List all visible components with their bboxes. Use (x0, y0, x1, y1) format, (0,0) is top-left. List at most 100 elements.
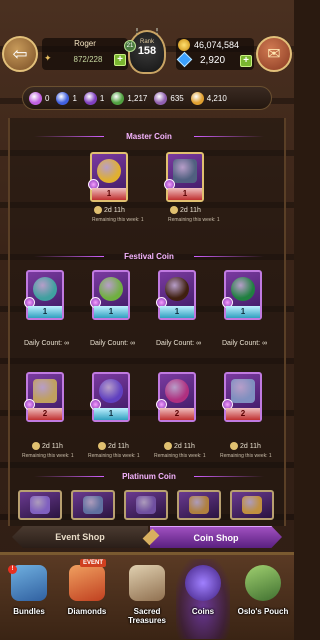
stamina-icon: ✦ (44, 53, 52, 63)
currency-value: 1 (99, 93, 105, 103)
clock-icon (98, 442, 106, 450)
master-coin-title: Master Coin (10, 132, 288, 141)
festival-item-7[interactable]: 2 (156, 372, 196, 422)
add-stamina-button[interactable]: + (114, 54, 126, 66)
nav-label: Diamonds (67, 607, 107, 616)
oslos-pouch-icon (245, 565, 281, 601)
gold-coin-icon (190, 91, 204, 105)
event-badge: EVENT (80, 559, 107, 567)
sacred-treasures-icon (129, 565, 165, 601)
nav-label: Bundles (13, 607, 45, 616)
currency-value: 1 (72, 93, 77, 103)
player-panel: Roger ✦ 872/228 + (42, 38, 128, 70)
price-tag: 1 (226, 306, 260, 318)
tab-coin-shop[interactable]: Coin Shop (150, 526, 282, 548)
back-button[interactable]: ⇦ (2, 36, 38, 72)
daily-count: Daily Count: ∞ (90, 340, 136, 347)
arrow-left-icon: ⇦ (12, 43, 28, 64)
currency-value: 635 (170, 93, 184, 103)
nav-diamonds[interactable]: EVENT Diamonds (60, 559, 114, 639)
platinum-item-4[interactable] (177, 490, 221, 520)
violet-coin-icon (154, 91, 168, 105)
diamonds-icon (69, 565, 105, 601)
price-tag: 1 (94, 408, 128, 420)
price-tag: 2 (226, 408, 260, 420)
festival-coin-title: Festival Coin (10, 252, 288, 261)
remaining-text: Remaining this week: 1 (22, 453, 74, 459)
add-diamonds-button[interactable]: + (240, 55, 252, 67)
green-coin-icon (111, 91, 125, 105)
platinum-item-3[interactable] (124, 490, 168, 520)
pink-coin-icon (29, 91, 42, 105)
currency-item: 635 (154, 91, 184, 105)
clock-icon (230, 442, 238, 450)
shop-tabs: Event Shop Coin Shop (12, 526, 282, 548)
nav-coins[interactable]: Coins (176, 559, 230, 639)
currency-item: 4,210 (190, 91, 227, 105)
rank-badge[interactable]: Rank 158 (128, 30, 166, 74)
festival-item-8-art (231, 379, 255, 403)
platinum-item-5[interactable] (230, 490, 274, 520)
platinum-item-1-art (30, 496, 50, 514)
gold-value: 46,074,584 (194, 40, 240, 50)
currency-item: 1 (83, 91, 105, 105)
daily-count: Daily Count: ∞ (156, 340, 202, 347)
currency-item: 1,217 (111, 91, 148, 105)
festival-item-2[interactable]: 1 (90, 270, 130, 320)
festival-item-6-art (99, 379, 123, 403)
gold-icon (178, 39, 190, 51)
currency-item: 0 (29, 91, 50, 105)
master-item-1-art (97, 159, 121, 183)
festival-item-8[interactable]: 2 (222, 372, 262, 422)
platinum-item-1[interactable] (18, 490, 62, 520)
remaining-text: Remaining this week: 1 (154, 453, 206, 459)
blue-coin-icon (56, 91, 70, 105)
currency-value: 0 (45, 93, 50, 103)
festival-item-5-art (33, 379, 57, 403)
timer: 2d 11h (164, 442, 195, 450)
festival-item-1[interactable]: 1 (24, 270, 64, 320)
currency-value: 1,217 (127, 93, 148, 103)
timer: 2d 11h (170, 206, 201, 214)
platinum-item-2-art (83, 496, 103, 514)
master-item-1[interactable]: 1 (88, 152, 128, 202)
remaining-text: Remaining this week: 1 (168, 217, 220, 223)
clock-icon (32, 442, 40, 450)
nav-sacred-treasures[interactable]: Sacred Treasures (120, 559, 174, 639)
clock-icon (170, 206, 178, 214)
festival-item-6[interactable]: 1 (90, 372, 130, 422)
currency-value: 4,210 (206, 93, 227, 103)
platinum-item-2[interactable] (71, 490, 115, 520)
clock-icon (94, 206, 102, 214)
daily-count: Daily Count: ∞ (24, 340, 70, 347)
nav-bundles[interactable]: ! Bundles (2, 559, 56, 639)
price-tag: 1 (160, 306, 194, 318)
nav-label: Coins (191, 607, 215, 616)
rank-level-badge: 21 (124, 40, 136, 52)
diamond-value: 2,920 (200, 55, 226, 66)
timer: 2d 11h (98, 442, 129, 450)
platinum-item-4-art (189, 496, 209, 514)
notification-badge: ! (8, 565, 17, 574)
festival-item-4[interactable]: 1 (222, 270, 262, 320)
festival-item-5[interactable]: 2 (24, 372, 64, 422)
mail-button[interactable]: ✉ (256, 36, 292, 72)
master-item-2[interactable]: 1 (164, 152, 204, 202)
festival-item-4-art (231, 277, 255, 301)
festival-item-1-art (33, 277, 57, 301)
tab-event-shop[interactable]: Event Shop (12, 526, 148, 548)
nav-oslos-pouch[interactable]: Oslo's Pouch (236, 559, 290, 639)
bottom-nav: ! Bundles EVENT Diamonds Sacred Treasure… (0, 552, 294, 640)
player-name: Roger (74, 39, 96, 48)
festival-item-3[interactable]: 1 (156, 270, 196, 320)
nav-label: Sacred Treasures (128, 607, 166, 625)
remaining-text: Remaining this week: 1 (88, 453, 140, 459)
stamina-value: 872/228 (73, 55, 103, 64)
nav-label: Oslo's Pouch (237, 607, 289, 616)
festival-item-2-art (99, 277, 123, 301)
platinum-coin-title: Platinum Coin (10, 472, 288, 481)
timer: 2d 11h (230, 442, 261, 450)
price-tag: 2 (160, 408, 194, 420)
price-tag: 1 (92, 188, 126, 200)
festival-item-3-art (165, 277, 189, 301)
